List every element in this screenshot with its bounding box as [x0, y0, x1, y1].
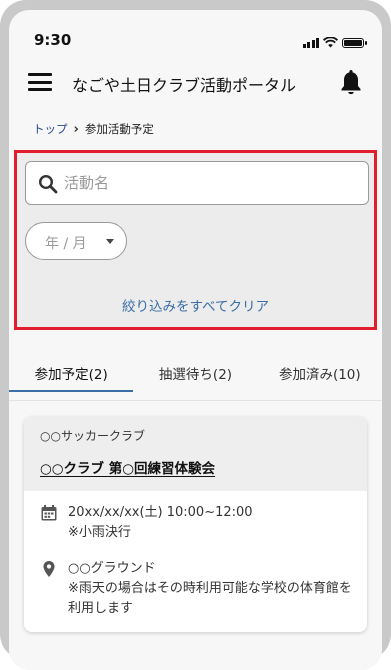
club-name: ○○サッカークラブ	[40, 429, 145, 443]
menu-icon[interactable]	[28, 73, 52, 91]
activity-title-link[interactable]: ○○クラブ 第○回練習体験会	[40, 457, 215, 477]
calendar-icon	[41, 505, 57, 521]
caret-down-icon	[106, 239, 114, 244]
rain-note: ※雨天の場合はその時利用可能な学校の体育館を利用します	[68, 581, 352, 616]
wifi-icon	[323, 37, 338, 48]
clear-filters-link[interactable]: 絞り込みをすべてクリア	[17, 295, 374, 315]
search-icon	[38, 174, 58, 194]
breadcrumb: トップ › 参加活動予定	[33, 121, 154, 137]
app-title: なごや土日クラブ活動ポータル	[72, 76, 297, 95]
filter-panel: 年 / 月 絞り込みをすべてクリア	[14, 150, 377, 330]
tab-lottery-waiting[interactable]: 抽選待ち(2)	[133, 348, 257, 402]
signal-icon	[302, 38, 319, 48]
month-select[interactable]: 年 / 月	[25, 222, 127, 260]
tab-upcoming[interactable]: 参加予定(2)	[9, 348, 134, 402]
status-time: 9:30	[34, 31, 72, 49]
breadcrumb-current: 参加活動予定	[84, 122, 154, 136]
tab-participated[interactable]: 参加済み(10)	[258, 348, 382, 402]
month-select-label: 年 / 月	[45, 236, 87, 252]
location-pin-icon	[43, 561, 55, 577]
screen: 9:30 なごや土日クラブ活動ポータル トップ › 参加活動予定 活動名 年 /…	[9, 10, 382, 670]
app-bar: なごや土日クラブ活動ポータル	[9, 62, 382, 106]
status-bar: 9:30	[9, 10, 382, 62]
chevron-right-icon: ›	[73, 121, 79, 137]
tab-divider	[9, 400, 382, 401]
bell-icon[interactable]	[339, 68, 363, 96]
activity-card-header: ○○サッカークラブ ○○クラブ 第○回練習体験会	[24, 417, 367, 491]
location-name: ○○グラウンド	[68, 561, 156, 576]
search-field[interactable]	[25, 161, 369, 205]
activity-date: 20xx/xx/xx(土) 10:00~12:00	[68, 505, 253, 520]
breadcrumb-home-link[interactable]: トップ	[33, 121, 68, 137]
weather-note: ※小雨決行	[68, 525, 131, 540]
activity-card: ○○サッカークラブ ○○クラブ 第○回練習体験会 20xx/xx/xx(土) 1…	[24, 417, 367, 632]
tab-bar: 参加予定(2) 抽選待ち(2) 参加済み(10)	[9, 348, 382, 402]
search-input[interactable]	[64, 162, 354, 204]
status-icons	[302, 37, 367, 48]
battery-icon	[342, 38, 367, 48]
phone-frame: 9:30 なごや土日クラブ活動ポータル トップ › 参加活動予定 活動名 年 /…	[0, 0, 391, 670]
